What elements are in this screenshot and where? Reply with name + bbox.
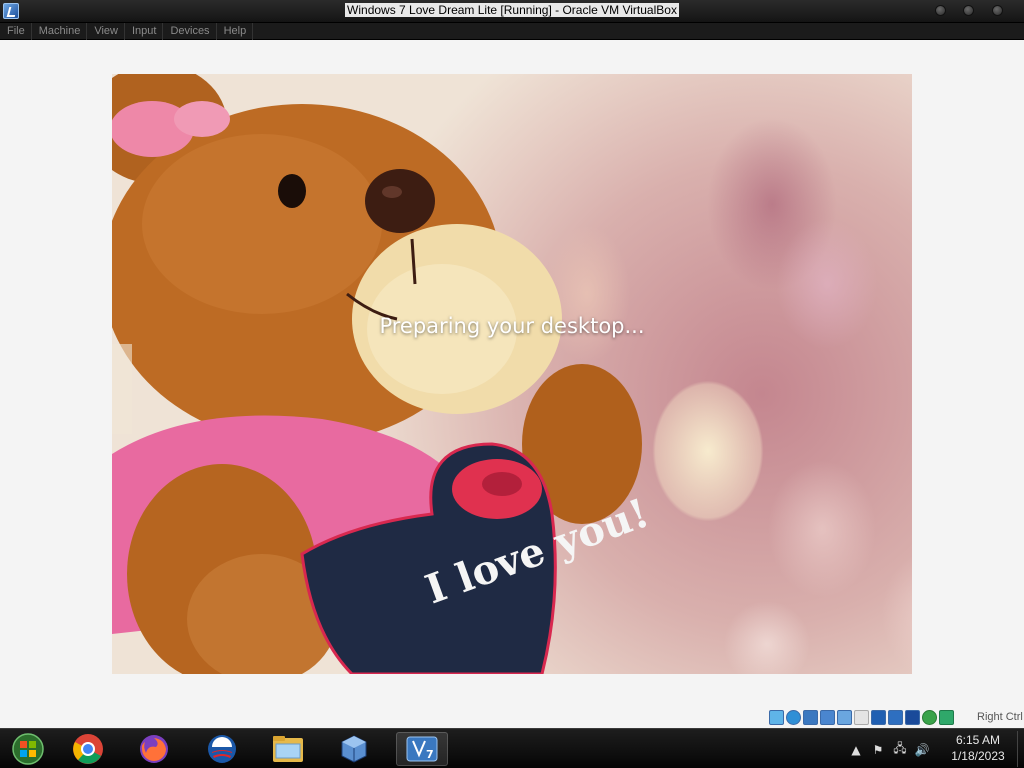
shared-folder-icon[interactable] [854, 710, 869, 725]
network-icon[interactable]: 🖧 [892, 739, 908, 760]
show-desktop-button[interactable] [1017, 731, 1023, 767]
virtualbox-status-bar: Right Ctrl [0, 707, 1024, 728]
start-button[interactable] [2, 732, 54, 766]
windows7-vm-icon: 7 [406, 736, 438, 762]
window-title: Windows 7 Love Dream Lite [Running] - Or… [345, 3, 679, 17]
host-key-label: Right Ctrl [977, 711, 1023, 723]
menu-input[interactable]: Input [125, 23, 164, 40]
file-explorer-taskbar-button[interactable] [262, 732, 314, 766]
guest-screen-wallpaper[interactable]: I love you! Preparing your desktop... [112, 74, 912, 674]
video-capture-icon[interactable] [888, 710, 903, 725]
network-icon[interactable] [820, 710, 835, 725]
virtualbox-icon [341, 735, 367, 763]
cpu-icon[interactable] [905, 710, 920, 725]
close-button[interactable] [992, 5, 1003, 16]
clock-date: 1/18/2023 [951, 749, 1005, 763]
menu-devices[interactable]: Devices [163, 23, 217, 40]
volume-icon[interactable]: 🔊 [914, 743, 930, 757]
mouse-integration-icon[interactable] [922, 710, 937, 725]
device-indicator-group [769, 710, 954, 725]
system-tray: ▲ ⚑ 🖧 🔊 [848, 739, 930, 760]
vm-display-area[interactable]: I love you! Preparing your desktop... [0, 40, 1024, 707]
menu-bar: File Machine View Input Devices Help [0, 23, 1024, 40]
virtualbox-app-icon[interactable] [3, 3, 19, 19]
file-explorer-icon [273, 736, 303, 762]
firefox-icon [140, 735, 168, 763]
menu-help[interactable]: Help [217, 23, 254, 40]
display-icon[interactable] [871, 710, 886, 725]
windows7-vm-taskbar-button[interactable]: 7 [396, 732, 448, 766]
virtualbox-taskbar-button[interactable] [328, 732, 380, 766]
chrome-icon [73, 734, 103, 764]
host-key-icon[interactable] [939, 710, 954, 725]
obama-logo-icon [208, 735, 236, 763]
menu-file[interactable]: File [0, 23, 32, 40]
hard-disk-icon[interactable] [769, 710, 784, 725]
optical-drive-icon[interactable] [786, 710, 801, 725]
preparing-desktop-status: Preparing your desktop... [379, 314, 645, 338]
audio-icon[interactable] [803, 710, 818, 725]
menu-view[interactable]: View [87, 23, 125, 40]
minimize-button[interactable] [935, 5, 946, 16]
svg-text:7: 7 [426, 748, 434, 761]
taskbar-clock[interactable]: 6:15 AM 1/18/2023 [946, 732, 1010, 764]
usb-icon[interactable] [837, 710, 852, 725]
window-titlebar[interactable]: Windows 7 Love Dream Lite [Running] - Or… [0, 0, 1024, 23]
show-hidden-icons-icon[interactable]: ▲ [848, 743, 864, 757]
start-orb-icon [12, 733, 44, 765]
menu-machine[interactable]: Machine [32, 23, 88, 40]
chrome-taskbar-button[interactable] [62, 732, 114, 766]
clock-time: 6:15 AM [955, 733, 1001, 747]
obama-logo-taskbar-button[interactable] [196, 732, 248, 766]
maximize-button[interactable] [963, 5, 974, 16]
teddy-bear-illustration: I love you! [112, 74, 655, 674]
taskbar: 7 ▲ ⚑ 🖧 🔊 6:15 AM 1/18/2023 [0, 728, 1024, 768]
firefox-taskbar-button[interactable] [128, 732, 180, 766]
action-center-flag-icon[interactable]: ⚑ [870, 743, 886, 757]
